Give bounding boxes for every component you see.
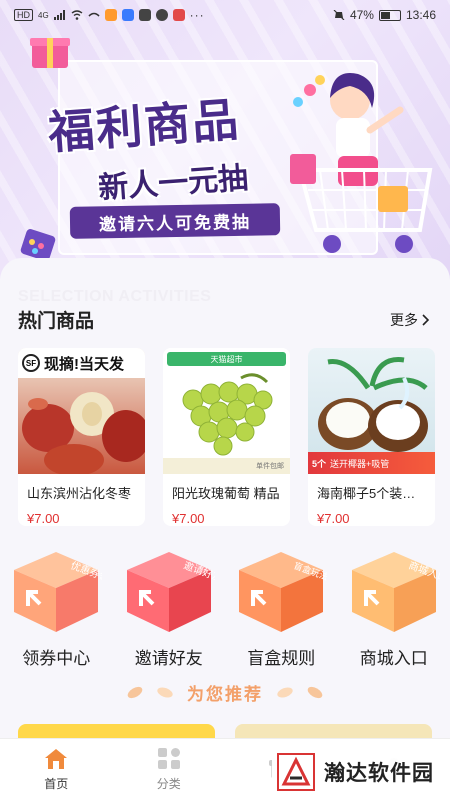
- coupon-cube-icon: 优惠券领取: [14, 552, 102, 632]
- shield-app-icon: [138, 9, 151, 21]
- site-watermark: 瀚达软件园: [272, 748, 442, 796]
- status-right: 47% 13:46: [333, 8, 436, 22]
- entry-label: 领券中心: [22, 649, 91, 668]
- product-card[interactable]: 天猫超市 单件包邮 阳光玫瑰葡萄 精品 ¥7.00: [163, 348, 290, 526]
- mail-app-icon: [155, 9, 168, 21]
- message-app-icon: [172, 9, 185, 21]
- recommend-header: 为您推荐: [0, 680, 450, 705]
- product-image-tag: 单件包邮: [256, 463, 284, 470]
- product-price: ¥7.00: [317, 511, 350, 526]
- sf-express-icon: SF: [22, 354, 40, 372]
- watermark-text: 瀚达软件园: [324, 762, 434, 785]
- gift-box-icon: [30, 38, 70, 68]
- clock: 13:46: [405, 8, 436, 22]
- product-price: ¥7.00: [27, 511, 60, 526]
- battery-percent: 47%: [349, 8, 374, 22]
- shopping-cart-illustration: [290, 73, 433, 253]
- product-image-text: 送开椰器+吸管: [330, 458, 390, 469]
- status-bar: HD 4G ··· 47% 13:46: [0, 0, 450, 30]
- tab-home[interactable]: 首页: [0, 739, 113, 800]
- entry-label: 商城入口: [359, 649, 428, 668]
- product-list: SF 现摘!当天发 山东滨州沾化冬枣 ¥7.00 天猫超市 单件包邮 阳光玫瑰葡…: [18, 348, 435, 526]
- main-content: SELECTION ACTIVITIES 热门商品 更多 SF 现摘!当天发 山…: [0, 258, 450, 738]
- tab-label: 分类: [156, 777, 181, 791]
- recommend-item-peek[interactable]: [18, 724, 215, 738]
- recommend-item-peek[interactable]: [235, 724, 432, 738]
- product-card[interactable]: SF 现摘!当天发 山东滨州沾化冬枣 ¥7.00: [18, 348, 145, 526]
- category-icon: [157, 748, 180, 769]
- grapes-image: [182, 373, 273, 456]
- product-name: 山东滨州沾化冬枣: [27, 486, 132, 501]
- section-ghost-label: SELECTION ACTIVITIES: [18, 288, 212, 305]
- mall-cube-icon: 商城入口: [351, 552, 440, 632]
- product-image-badge: 5个 送开椰器+吸管: [308, 452, 435, 474]
- more-label: 更多: [390, 312, 418, 328]
- invite-cube-icon: 邀请好友: [126, 552, 215, 632]
- product-image-banner: SF 现摘!当天发: [18, 348, 145, 378]
- more-notifications-icon: ···: [189, 8, 205, 22]
- banner-title: 福利商品: [46, 93, 242, 159]
- leaf-decoration-icon: [305, 684, 325, 701]
- hd-badge: HD: [14, 9, 33, 21]
- missed-call-icon: [88, 12, 100, 17]
- palette-icon: [20, 229, 56, 261]
- home-icon: [45, 749, 68, 769]
- product-image-text: 现摘!当天发: [44, 355, 124, 373]
- battery-icon: [378, 9, 401, 21]
- product-image-footer: 单件包邮: [163, 458, 290, 474]
- chevron-right-icon: [422, 314, 430, 326]
- entry-invite-friends[interactable]: 邀请好友 邀请好友: [113, 548, 226, 669]
- product-image-text: 天猫超市: [210, 354, 243, 364]
- product-image: SF 现摘!当天发: [18, 348, 145, 474]
- entry-label: 盲盒规则: [247, 649, 316, 668]
- leaf-decoration-icon: [275, 685, 295, 700]
- video-app-icon: [121, 9, 134, 21]
- leaf-decoration-icon: [155, 685, 175, 700]
- product-price: ¥7.00: [172, 511, 205, 526]
- product-image: 5个 送开椰器+吸管: [308, 348, 435, 474]
- signal-icon: [53, 10, 65, 20]
- product-name: 海南椰子5个装椰青: [317, 486, 429, 501]
- entry-blindbox-rules[interactable]: 盲盒玩法说明 盲盒规则: [225, 548, 338, 669]
- mute-icon: [333, 10, 345, 20]
- leaf-decoration-icon: [125, 684, 145, 701]
- invite-free-draw-button[interactable]: 邀请六人可免费抽: [69, 203, 281, 239]
- promo-banner[interactable]: 福利商品 新人一元抽 邀请六人可免费抽: [0, 0, 450, 290]
- entry-mall[interactable]: 商城入口 商城入口: [338, 548, 450, 669]
- watermark-logo-icon: [277, 753, 315, 791]
- more-button[interactable]: 更多: [390, 310, 430, 330]
- quick-entry-grid: 优惠券领取 领券中心 邀请好友 邀请好友 盲盒玩法说明 盲盒规则 商城入口 商城…: [0, 548, 450, 669]
- tab-category[interactable]: 分类: [113, 739, 226, 800]
- wifi-icon: [71, 10, 83, 20]
- status-left: HD 4G ···: [14, 8, 205, 22]
- entry-label: 邀请好友: [134, 649, 203, 668]
- recommend-title: 为您推荐: [187, 685, 263, 704]
- product-image: 天猫超市 单件包邮: [163, 348, 290, 474]
- hot-products-title: 热门商品: [18, 311, 95, 332]
- product-card[interactable]: 5个 送开椰器+吸管 海南椰子5个装椰青 ¥7.00: [308, 348, 435, 526]
- tab-label: 首页: [44, 777, 69, 791]
- network-type: 4G: [38, 10, 49, 20]
- app-notification-icon: [104, 9, 117, 21]
- product-name: 阳光玫瑰葡萄 精品: [172, 486, 280, 501]
- jujube-fruit-image: [22, 392, 145, 474]
- product-image-count: 5个: [312, 458, 327, 469]
- blindbox-cube-icon: 盲盒玩法说明: [239, 552, 327, 632]
- entry-coupon-center[interactable]: 优惠券领取 领券中心: [0, 548, 113, 669]
